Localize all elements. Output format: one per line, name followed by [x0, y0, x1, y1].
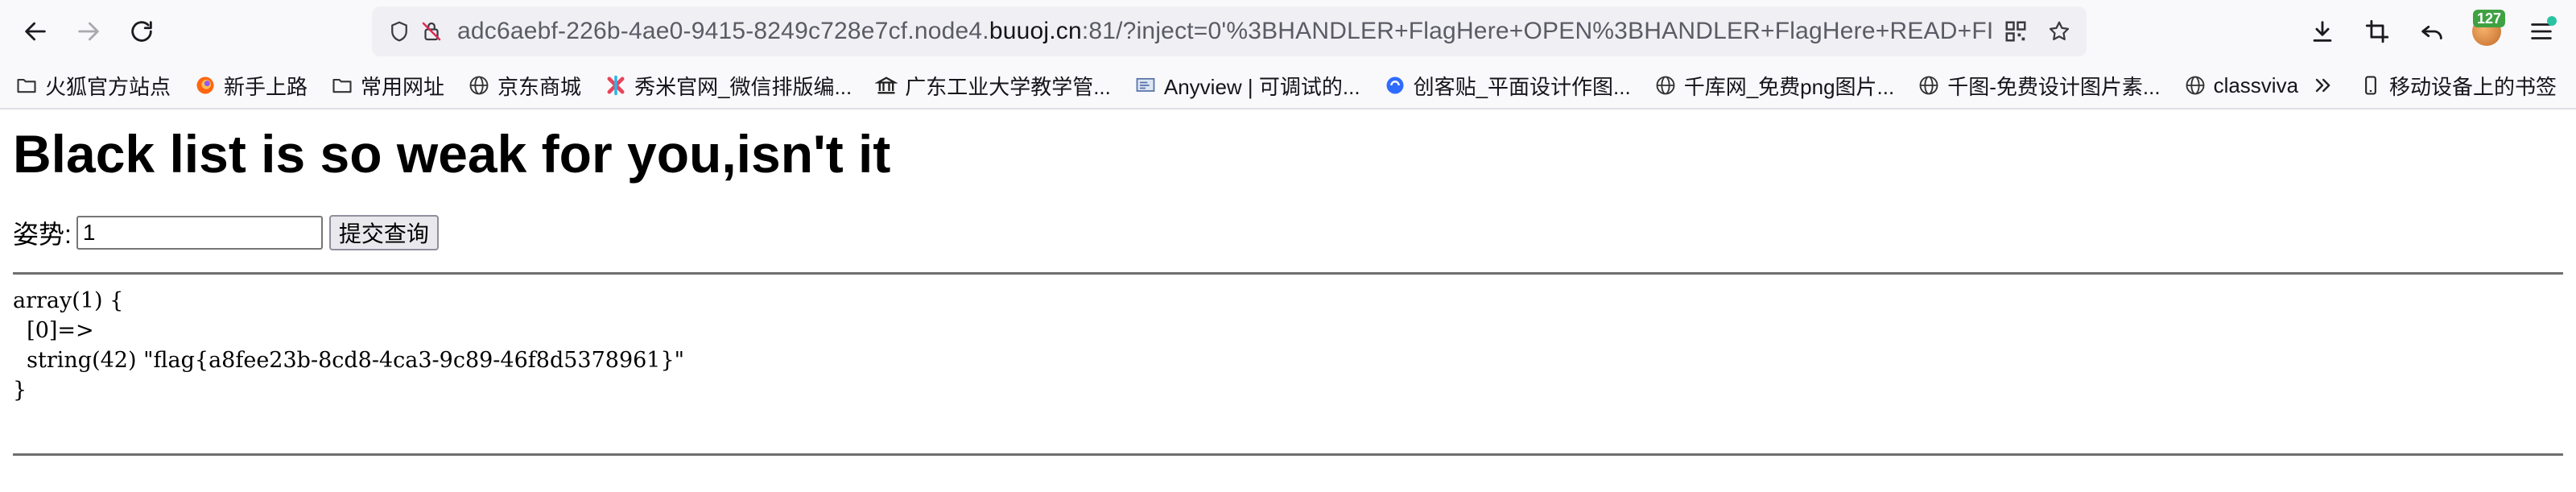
bookmark-label: 千库网_免费png图片... [1683, 74, 1895, 99]
inject-input[interactable] [76, 215, 323, 250]
undo-arrow-icon [2421, 25, 2442, 39]
inject-form: 姿势: 提交查询 [13, 214, 2563, 251]
chuangketie-icon [1383, 73, 1407, 97]
bookmarks-toolbar: 火狐官方站点 新手上路 常用网址 京东商城 秀米官网_微信排版编... 广东工业… [0, 63, 2576, 110]
bookmark-star-icon[interactable] [2043, 15, 2075, 48]
bookmark-item[interactable]: 火狐官方站点 [14, 71, 171, 101]
back-button[interactable] [13, 9, 58, 54]
firefox-icon [193, 73, 217, 97]
university-icon [874, 73, 898, 97]
bookmark-label: 千图-免费设计图片素... [1947, 74, 2161, 99]
bookmark-item[interactable]: 常用网址 [330, 71, 444, 101]
crop-icon [2365, 19, 2389, 43]
query-output: array(1) { [0]=> string(42) "flag{a8fee2… [13, 287, 685, 403]
browser-toolbar: adc6aebf-226b-4ae0-9415-8249c728e7cf.nod… [0, 0, 2576, 63]
chevron-double-right-icon [2310, 73, 2334, 97]
url-suffix: :81/?inject=0'%3BHANDLER+FlagHere+OPEN%3… [1081, 18, 1992, 44]
mobile-device-icon [2359, 73, 2383, 97]
bookmark-label: 新手上路 [224, 74, 308, 99]
insecure-lock-icon[interactable] [415, 15, 448, 48]
qr-code-icon[interactable] [2000, 15, 2032, 48]
bookmark-item[interactable]: 千库网_免费png图片... [1653, 71, 1895, 101]
divider [13, 453, 2563, 456]
xiumi-icon [604, 73, 628, 97]
extension-button[interactable]: 127 [2463, 8, 2510, 55]
bookmark-item[interactable]: classviva [2183, 73, 2298, 98]
divider [13, 271, 2563, 275]
url-text[interactable]: adc6aebf-226b-4ae0-9415-8249c728e7cf.nod… [457, 18, 1992, 45]
update-dot-icon [2547, 16, 2557, 26]
url-prefix: adc6aebf-226b-4ae0-9415-8249c728e7cf.nod… [457, 18, 989, 44]
reload-button[interactable] [119, 9, 164, 54]
folder-icon [330, 73, 354, 97]
mobile-bookmarks-item[interactable]: 移动设备上的书签 [2359, 71, 2557, 101]
tracking-protection-shield-icon[interactable] [383, 15, 415, 48]
app-menu-button[interactable] [2518, 8, 2565, 55]
page-content: Black list is so weak for you,isn't it 姿… [0, 124, 2576, 456]
bookmark-label: Anyview | 可调试的... [1163, 74, 1360, 99]
screenshot-button[interactable] [2354, 8, 2401, 55]
bookmark-label: 火狐官方站点 [45, 74, 171, 99]
bookmark-label: 广东工业大学教学管... [905, 74, 1111, 99]
bookmark-item[interactable]: Anyview | 可调试的... [1133, 71, 1360, 101]
reload-icon [131, 21, 152, 42]
bookmark-label: 京东商城 [497, 74, 582, 99]
bookmarks-overflow-button[interactable] [2310, 73, 2341, 97]
undo-close-tab-button[interactable] [2409, 8, 2455, 55]
downloads-button[interactable] [2299, 8, 2346, 55]
bookmark-item[interactable]: 新手上路 [193, 71, 308, 101]
form-label: 姿势: [13, 219, 72, 249]
bookmark-label: 常用网址 [361, 74, 445, 99]
extension-badge: 127 [2473, 10, 2506, 27]
bookmark-item[interactable]: 秀米官网_微信排版编... [604, 71, 852, 101]
mobile-bookmarks-label: 移动设备上的书签 [2388, 74, 2557, 99]
folder-icon [14, 73, 39, 97]
forward-button[interactable] [66, 9, 111, 54]
bookmark-item[interactable]: 京东商城 [467, 71, 581, 101]
bookmark-label: classviva [2213, 72, 2299, 97]
arrow-left-icon [25, 22, 46, 41]
arrow-right-icon [78, 22, 99, 41]
download-icon [2313, 21, 2332, 42]
address-bar[interactable]: adc6aebf-226b-4ae0-9415-8249c728e7cf.nod… [372, 6, 2087, 56]
globe-icon [2183, 73, 2207, 97]
bookmark-item[interactable]: 广东工业大学教学管... [874, 71, 1111, 101]
globe-icon [1917, 73, 1941, 97]
bookmark-item[interactable]: 千图-免费设计图片素... [1917, 71, 2161, 101]
url-host: buuoj.cn [989, 18, 1082, 44]
submit-query-button[interactable]: 提交查询 [328, 214, 439, 250]
bookmark-label: 秀米官网_微信排版编... [634, 74, 852, 99]
bookmark-item[interactable]: 创客贴_平面设计作图... [1383, 71, 1631, 101]
bookmark-label: 创客贴_平面设计作图... [1413, 74, 1631, 99]
globe-icon [467, 73, 491, 97]
globe-icon [1653, 73, 1678, 97]
anyview-icon [1133, 73, 1158, 97]
page-heading: Black list is so weak for you,isn't it [13, 124, 891, 184]
